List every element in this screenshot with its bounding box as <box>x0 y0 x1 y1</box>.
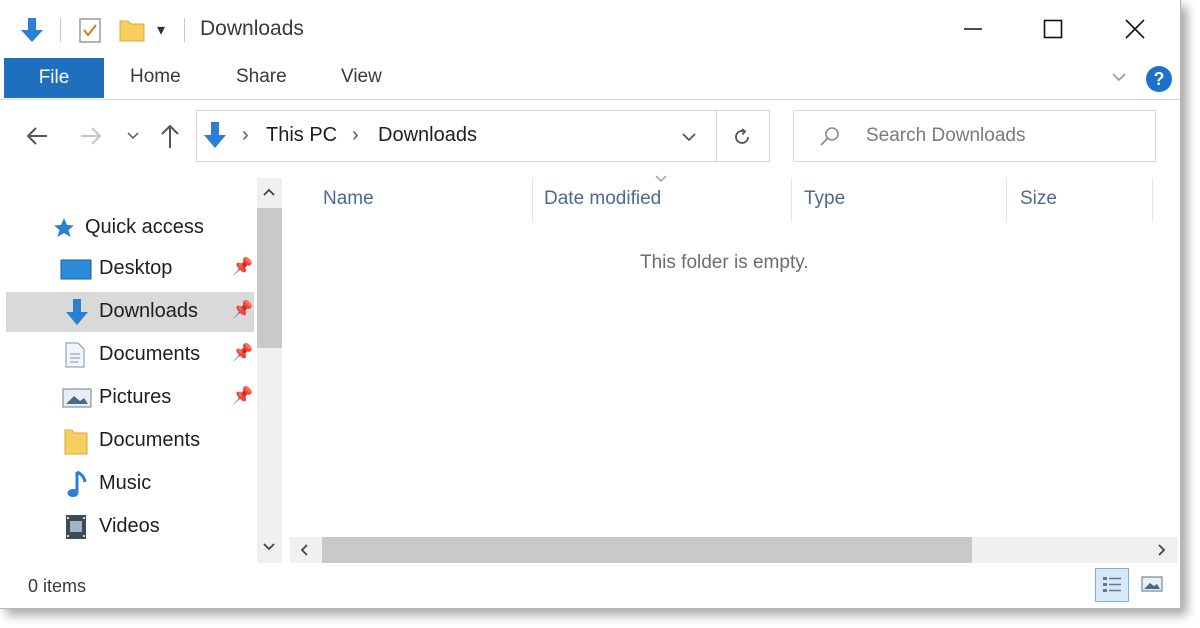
column-header-type[interactable]: Type <box>804 188 845 210</box>
minimize-button[interactable] <box>942 6 1004 52</box>
tab-share[interactable]: Share <box>236 66 287 88</box>
search-icon <box>820 127 839 146</box>
close-icon <box>1125 19 1145 39</box>
sidebar-item-label: Desktop <box>99 257 173 279</box>
horizontal-scroll-thumb[interactable] <box>322 537 972 563</box>
column-divider[interactable] <box>1006 178 1007 222</box>
details-view-button[interactable] <box>1095 568 1129 602</box>
column-header-size[interactable]: Size <box>1020 188 1057 210</box>
sidebar-item-label: Music <box>99 472 152 494</box>
column-divider[interactable] <box>532 178 533 222</box>
downloads-arrow-icon[interactable] <box>18 16 46 44</box>
sidebar-item-desktop[interactable]: Desktop 📌 <box>6 249 254 289</box>
folder-icon <box>64 429 88 455</box>
recent-locations-chevron-icon[interactable] <box>126 130 140 142</box>
file-list-horizontal-scrollbar[interactable] <box>290 537 1178 563</box>
quick-access-item[interactable]: Quick access <box>85 216 204 239</box>
desktop-icon <box>60 259 92 280</box>
pin-icon: 📌 <box>232 257 254 276</box>
customize-toolbar-dropdown-icon[interactable]: ▾ <box>157 20 165 40</box>
downloads-location-icon <box>204 122 226 148</box>
large-icons-view-icon <box>1141 576 1163 592</box>
quick-access-star-icon <box>54 218 74 237</box>
column-divider[interactable] <box>791 178 792 222</box>
column-header-name[interactable]: Name <box>323 188 374 210</box>
sidebar-item-label: Documents <box>99 343 201 365</box>
breadcrumb-separator[interactable]: › <box>242 124 249 147</box>
breadcrumb-this-pc[interactable]: This PC <box>266 124 337 147</box>
breadcrumb-downloads[interactable]: Downloads <box>378 124 477 147</box>
pin-icon: 📌 <box>232 300 254 319</box>
help-button[interactable]: ? <box>1146 66 1172 92</box>
maximize-button[interactable] <box>1022 6 1084 52</box>
sidebar-item-label: Documents <box>99 429 201 451</box>
download-arrow-icon <box>66 299 88 325</box>
properties-icon[interactable] <box>78 16 102 44</box>
title-separator <box>184 18 185 42</box>
search-input[interactable]: Search Downloads <box>866 125 1025 147</box>
close-button[interactable] <box>1104 6 1166 52</box>
details-view-icon <box>1103 577 1121 592</box>
nav-pane-scrollbar[interactable] <box>257 178 282 563</box>
sidebar-item-videos[interactable]: Videos <box>6 507 254 547</box>
sidebar-item-pictures[interactable]: Pictures 📌 <box>6 378 254 418</box>
address-divider <box>716 111 717 161</box>
back-arrow-icon[interactable] <box>24 124 50 148</box>
minimize-icon <box>964 28 982 30</box>
breadcrumb-separator[interactable]: › <box>352 124 359 147</box>
tab-file[interactable]: File <box>4 58 104 98</box>
column-divider[interactable] <box>1152 178 1153 222</box>
sidebar-item-label: Pictures <box>99 386 172 408</box>
quick-access-separator <box>60 18 61 42</box>
sidebar-item-label: Videos <box>99 515 160 537</box>
music-icon <box>67 470 87 497</box>
sidebar-item-label: Downloads <box>99 300 198 322</box>
column-header-date-modified[interactable]: Date modified <box>544 188 661 210</box>
nav-pane-scroll-thumb[interactable] <box>257 208 282 348</box>
videos-icon <box>66 515 86 539</box>
address-dropdown-icon[interactable] <box>680 130 698 144</box>
scroll-down-icon[interactable] <box>262 541 276 553</box>
large-icons-view-button[interactable] <box>1136 568 1170 602</box>
sidebar-item-documents[interactable]: Documents 📌 <box>6 335 254 375</box>
ribbon-divider <box>0 99 1180 100</box>
empty-folder-message: This folder is empty. <box>640 252 809 273</box>
forward-arrow-icon[interactable] <box>78 124 104 148</box>
window-title: Downloads <box>200 17 304 40</box>
sort-indicator-icon <box>655 175 667 182</box>
tab-view[interactable]: View <box>341 66 382 88</box>
up-arrow-icon[interactable] <box>158 122 182 150</box>
scroll-up-icon[interactable] <box>262 186 276 198</box>
pictures-icon <box>62 388 92 408</box>
sidebar-item-downloads[interactable]: Downloads 📌 <box>6 292 254 332</box>
sidebar-item-music[interactable]: Music <box>6 464 254 504</box>
new-folder-icon[interactable] <box>118 17 146 43</box>
maximize-icon <box>1043 19 1063 39</box>
pin-icon: 📌 <box>232 386 254 405</box>
scroll-left-icon[interactable] <box>298 543 310 557</box>
item-count: 0 items <box>28 576 87 596</box>
pin-icon: 📌 <box>232 343 254 362</box>
document-icon <box>65 342 85 368</box>
refresh-icon[interactable] <box>731 126 753 148</box>
expand-ribbon-icon[interactable] <box>1110 70 1128 84</box>
tab-home[interactable]: Home <box>130 66 181 88</box>
file-explorer-window: ▾ Downloads File Home Share View ? › Thi… <box>0 0 1181 609</box>
sidebar-item-documents-folder[interactable]: Documents <box>6 421 254 461</box>
scroll-right-icon[interactable] <box>1156 543 1168 557</box>
